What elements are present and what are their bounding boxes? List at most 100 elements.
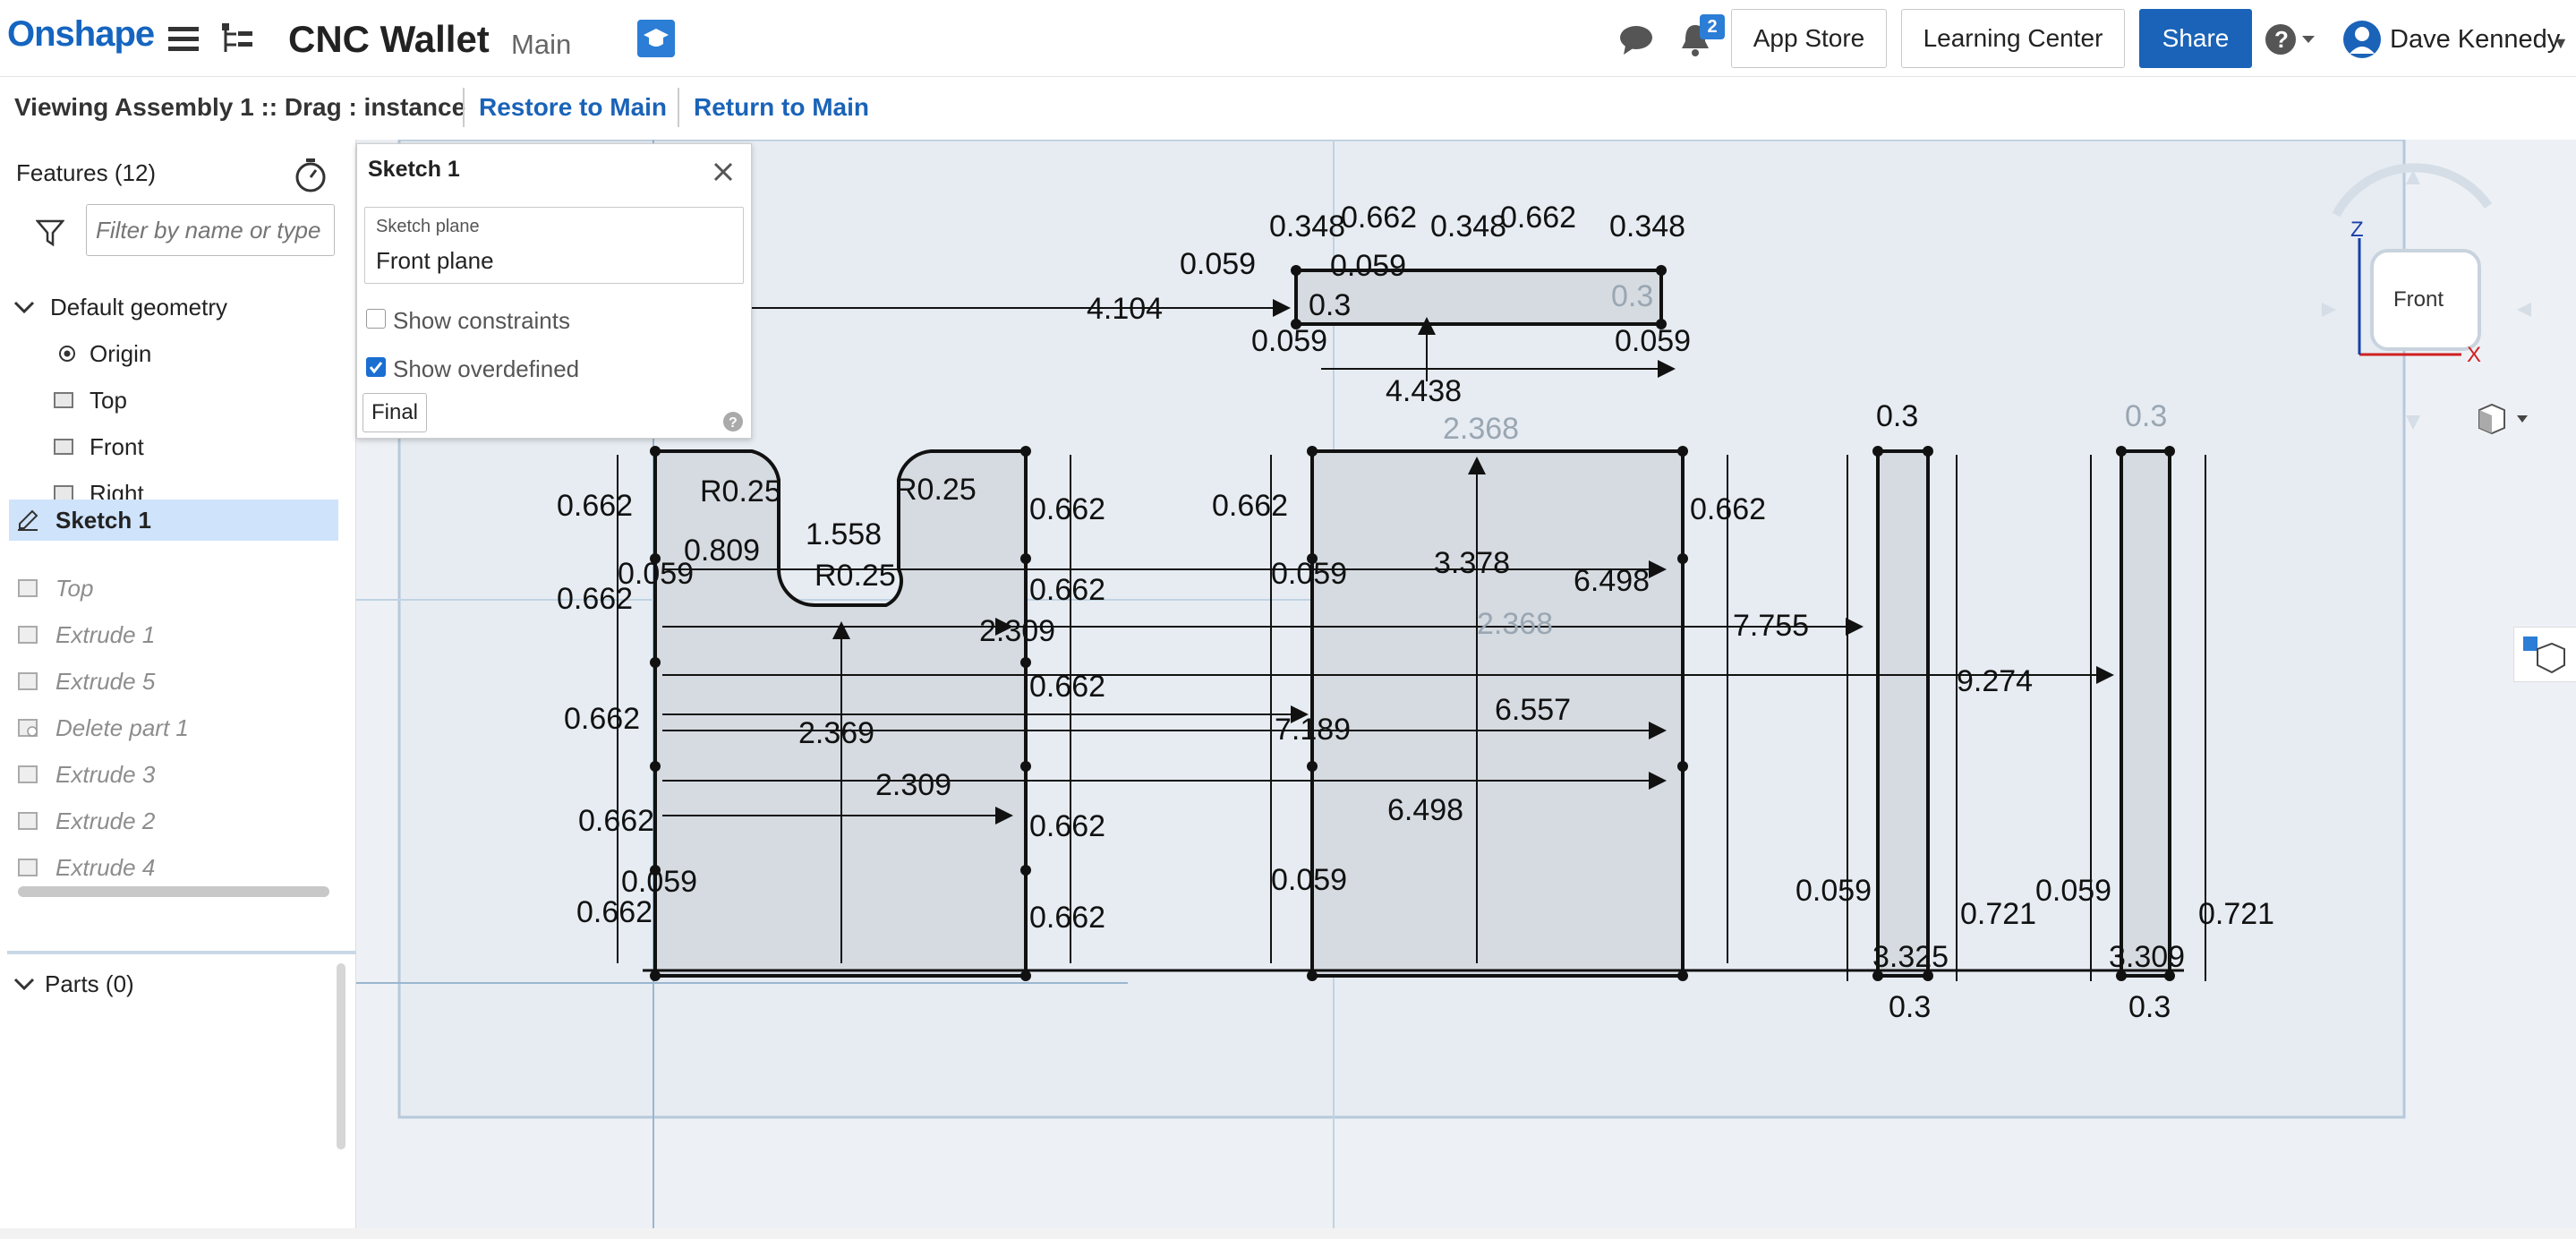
dimension-label: 0.662 <box>564 702 640 736</box>
rollback-timer-icon[interactable] <box>292 156 329 193</box>
app-store-button[interactable]: App Store <box>1731 9 1887 68</box>
dimension-label: 0.059 <box>1251 324 1327 358</box>
extrude-icon <box>16 763 39 786</box>
feature-list-scrollbar[interactable] <box>18 886 329 897</box>
feature-item-extrude-5[interactable]: Extrude 5 <box>0 661 338 702</box>
dimension-label: 2.309 <box>979 614 1055 648</box>
panel-divider[interactable] <box>7 951 356 954</box>
close-icon[interactable] <box>710 158 737 185</box>
dimension-label: 7.755 <box>1733 609 1809 643</box>
dimension-label: 4.438 <box>1386 374 1462 408</box>
graphics-toolbar[interactable] <box>2513 627 2576 682</box>
dimension-label: 0.809 <box>684 534 760 568</box>
avatar[interactable] <box>2340 20 2384 59</box>
sketch-plane-field[interactable]: Sketch plane Front plane <box>364 207 744 284</box>
dimension-label: R0.25 <box>815 559 896 593</box>
show-constraints-label[interactable]: Show constraints <box>393 307 570 335</box>
sketch-region[interactable] <box>2120 449 2171 978</box>
chevron-down-icon[interactable] <box>13 972 36 995</box>
dimension-label: R0.25 <box>895 473 977 507</box>
dimension-label: 0.662 <box>1212 489 1288 523</box>
return-to-main-link[interactable]: Return to Main <box>694 93 869 122</box>
dimension-label: 0.662 <box>1029 573 1105 607</box>
dimension-label: 0.662 <box>1690 492 1766 526</box>
restore-to-main-link[interactable]: Restore to Main <box>479 93 667 122</box>
learning-center-button[interactable]: Learning Center <box>1901 9 2125 68</box>
dimension-label: 9.274 <box>1957 664 2033 698</box>
document-title[interactable]: CNC Wallet <box>288 18 490 61</box>
x-axis-label: X <box>2467 343 2481 367</box>
dimension-label: 1.558 <box>806 517 882 551</box>
user-name[interactable]: Dave Kennedy <box>2390 25 2560 55</box>
parts-group[interactable]: Parts (0) <box>0 963 338 1004</box>
feature-label: Extrude 4 <box>55 853 156 881</box>
comment-icon[interactable] <box>1616 23 1656 57</box>
final-button[interactable]: Final <box>363 393 427 432</box>
feature-item-top[interactable]: Top <box>0 568 338 609</box>
dimension-label: 0.662 <box>1500 201 1576 235</box>
default-geometry-label: Default geometry <box>50 293 227 320</box>
dimension-label: 0.662 <box>1029 492 1105 526</box>
feature-item-extrude-4[interactable]: Extrude 4 <box>0 847 338 888</box>
display-mode-icon <box>2523 637 2565 674</box>
feature-item-extrude-1[interactable]: Extrude 1 <box>0 614 338 655</box>
feature-label: Origin <box>90 339 152 367</box>
feature-item-origin[interactable]: Origin <box>0 333 338 374</box>
dimension-label: 0.348 <box>1609 209 1685 244</box>
show-overdefined-label[interactable]: Show overdefined <box>393 355 579 383</box>
share-button[interactable]: Share <box>2139 9 2252 68</box>
show-overdefined-checkbox[interactable] <box>366 357 386 377</box>
feature-item-extrude-2[interactable]: Extrude 2 <box>0 800 338 842</box>
feature-label: Extrude 5 <box>55 667 156 695</box>
chevron-down-icon[interactable] <box>13 295 36 319</box>
dimension-label: 0.3 <box>2128 990 2171 1024</box>
sketch-plane-value: Front plane <box>376 247 494 274</box>
user-menu-caret-icon[interactable]: ▼ <box>2553 34 2569 53</box>
dimension-label: 0.059 <box>2035 874 2111 908</box>
top-bar: Onshape CNC Wallet Main 2 App Store Lear… <box>0 0 2576 77</box>
dimension-label: 0.3 <box>1889 990 1931 1024</box>
dimension-label: 6.498 <box>1387 793 1463 827</box>
help-icon[interactable]: ? <box>2265 21 2318 57</box>
plane-icon <box>52 389 75 412</box>
dimension-label: 0.3 <box>1309 288 1351 322</box>
feature-item-extrude-3[interactable]: Extrude 3 <box>0 754 338 795</box>
dimension-label: 0.721 <box>1960 897 2036 931</box>
extrude-icon <box>16 670 39 693</box>
checkmark-icon <box>369 362 383 374</box>
filter-icon[interactable] <box>32 215 68 251</box>
parts-label: Parts (0) <box>45 970 134 997</box>
feature-item-delete-part-1[interactable]: Delete part 1 <box>0 707 338 748</box>
sketch-dialog: Sketch 1 Sketch plane Front plane Show c… <box>356 143 752 439</box>
menu-icon[interactable] <box>168 23 199 54</box>
feature-label: Top <box>90 386 127 414</box>
extrude-icon <box>16 623 39 646</box>
z-axis-label: Z <box>2350 218 2364 242</box>
dimension-label: 0.059 <box>1180 247 1256 281</box>
onshape-logo[interactable]: Onshape <box>7 14 155 55</box>
dimension-label: 0.059 <box>1330 249 1406 283</box>
dimension-label: R0.25 <box>700 474 781 508</box>
dimension-label: 0.662 <box>1029 901 1105 935</box>
learning-icon[interactable] <box>637 20 675 57</box>
feature-item-top-plane[interactable]: Top <box>0 380 338 421</box>
dimension-label: 4.104 <box>1087 292 1163 326</box>
dimension-label: 0.059 <box>1271 863 1347 897</box>
dimension-label: 0.662 <box>1029 670 1105 704</box>
default-geometry-group[interactable]: Default geometry <box>0 286 338 328</box>
sketch-region[interactable] <box>1876 449 1930 978</box>
help-icon[interactable]: ? <box>722 411 744 432</box>
feature-item-front-plane[interactable]: Front <box>0 426 338 467</box>
feature-filter-input[interactable] <box>86 204 335 256</box>
dimension-label: 0.3 <box>2125 399 2167 433</box>
feature-item-sketch-1[interactable]: Sketch 1 <box>9 500 338 541</box>
dimension-label: 2.368 <box>1477 607 1553 641</box>
parts-scrollbar[interactable] <box>337 963 345 1149</box>
feature-label: Sketch 1 <box>55 506 151 534</box>
show-constraints-checkbox[interactable] <box>366 309 386 329</box>
feature-label: Delete part 1 <box>55 713 189 741</box>
view-options-icon[interactable] <box>2474 401 2537 437</box>
version-graph-icon[interactable] <box>220 23 254 56</box>
dimension-label: 2.368 <box>1443 412 1519 446</box>
notification-badge: 2 <box>1700 14 1725 39</box>
